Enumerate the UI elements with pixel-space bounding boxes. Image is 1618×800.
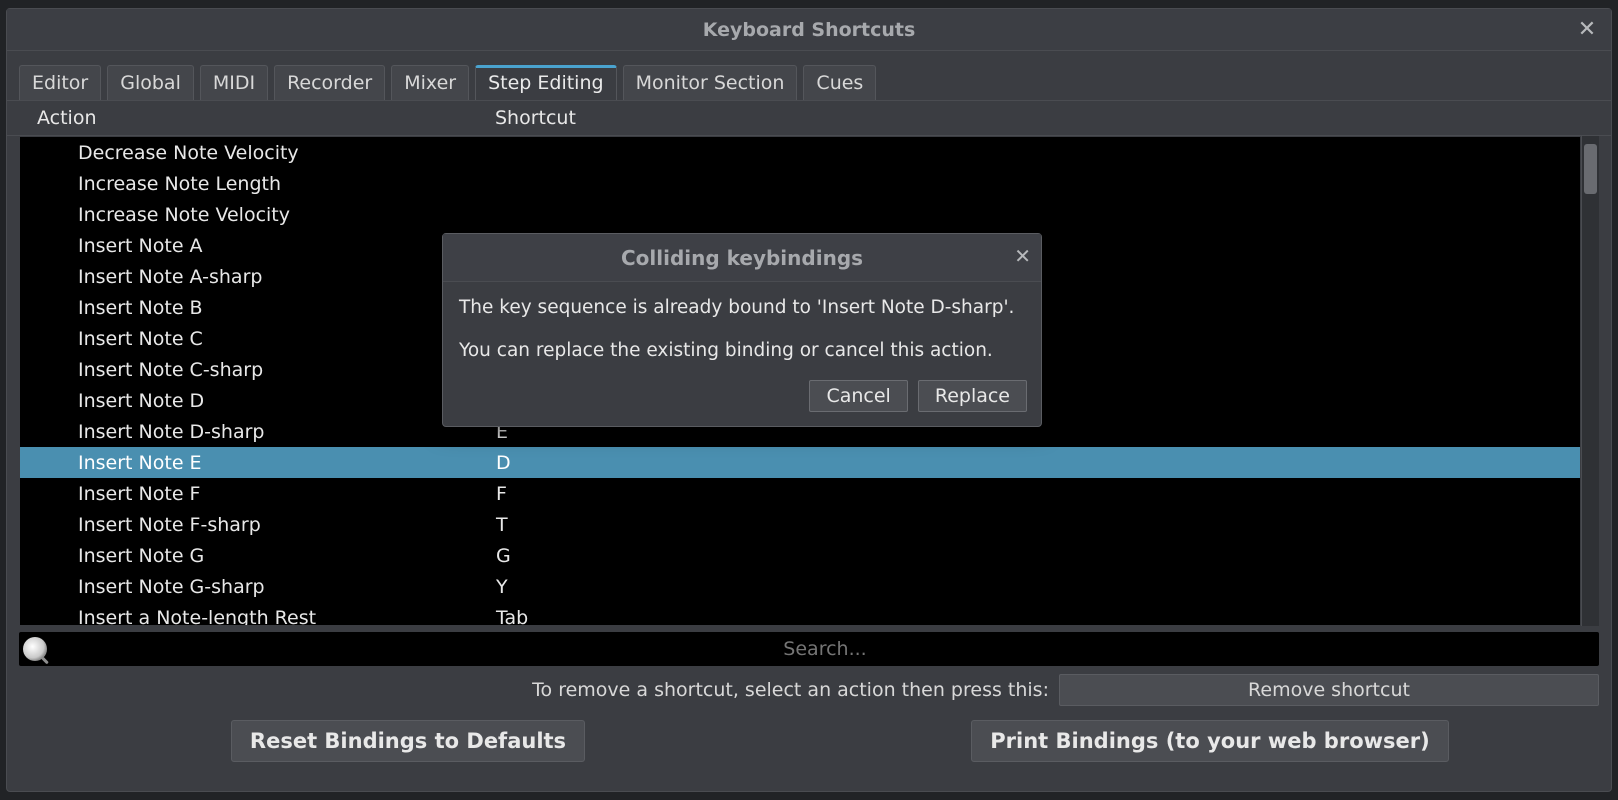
action-cell: Insert Note C-sharp	[78, 359, 496, 381]
tab-strip: Editor Global MIDI Recorder Mixer Step E…	[7, 51, 1611, 100]
tab-editor[interactable]: Editor	[19, 65, 101, 100]
remove-shortcut-label: To remove a shortcut, select an action t…	[532, 679, 1049, 701]
dialog-message-line1: The key sequence is already bound to 'In…	[459, 296, 1025, 321]
dialog-title: Colliding keybindings	[621, 246, 863, 270]
tab-monitor-section[interactable]: Monitor Section	[623, 65, 798, 100]
table-row[interactable]: Increase Note Velocity	[20, 199, 1580, 230]
tab-cues[interactable]: Cues	[803, 65, 876, 100]
column-header-shortcut[interactable]: Shortcut	[495, 107, 1611, 129]
action-cell: Insert Note F-sharp	[78, 514, 496, 536]
print-bindings-button[interactable]: Print Bindings (to your web browser)	[971, 720, 1448, 762]
bottom-button-bar: Reset Bindings to Defaults Print Binding…	[7, 712, 1611, 776]
dialog-button-row: Cancel Replace	[443, 374, 1041, 426]
table-row[interactable]: Insert Note ED	[20, 447, 1580, 478]
table-row[interactable]: Decrease Note Velocity	[20, 137, 1580, 168]
action-cell: Decrease Note Velocity	[78, 142, 496, 164]
dialog-close-icon[interactable]: ✕	[1014, 244, 1031, 268]
action-cell: Insert Note C	[78, 328, 496, 350]
remove-shortcut-button[interactable]: Remove shortcut	[1059, 674, 1599, 706]
table-row[interactable]: Increase Note Length	[20, 168, 1580, 199]
action-cell: Insert Note F	[78, 483, 496, 505]
tab-recorder[interactable]: Recorder	[274, 65, 385, 100]
shortcut-cell: Y	[496, 576, 1580, 598]
table-row[interactable]: Insert Note G-sharpY	[20, 571, 1580, 602]
action-cell: Insert Note D-sharp	[78, 421, 496, 443]
shortcut-cell: F	[496, 483, 1580, 505]
shortcut-cell: Tab	[496, 607, 1580, 627]
search-icon	[23, 637, 47, 661]
remove-shortcut-bar: To remove a shortcut, select an action t…	[7, 672, 1611, 712]
replace-button[interactable]: Replace	[918, 380, 1027, 412]
dialog-body: The key sequence is already bound to 'In…	[443, 282, 1041, 374]
action-cell: Insert Note D	[78, 390, 496, 412]
action-cell: Insert Note A-sharp	[78, 266, 496, 288]
table-row[interactable]: Insert Note GG	[20, 540, 1580, 571]
scrollbar-thumb[interactable]	[1584, 144, 1597, 194]
action-cell: Insert a Note-length Rest	[78, 607, 496, 627]
table-row[interactable]: Insert a Note-length RestTab	[20, 602, 1580, 626]
table-row[interactable]: Insert Note FF	[20, 478, 1580, 509]
shortcut-cell: T	[496, 514, 1580, 536]
window-title: Keyboard Shortcuts	[703, 19, 916, 41]
tab-global[interactable]: Global	[107, 65, 194, 100]
titlebar: Keyboard Shortcuts ✕	[7, 9, 1611, 51]
cancel-button[interactable]: Cancel	[809, 380, 907, 412]
action-cell: Increase Note Velocity	[78, 204, 496, 226]
action-cell: Insert Note B	[78, 297, 496, 319]
tab-mixer[interactable]: Mixer	[391, 65, 469, 100]
scrollbar[interactable]	[1581, 136, 1599, 626]
shortcut-cell: D	[496, 452, 1580, 474]
tab-step-editing[interactable]: Step Editing	[475, 65, 616, 100]
colliding-keybindings-dialog: Colliding keybindings ✕ The key sequence…	[442, 233, 1042, 427]
tab-midi[interactable]: MIDI	[200, 65, 268, 100]
action-cell: Increase Note Length	[78, 173, 496, 195]
reset-bindings-button[interactable]: Reset Bindings to Defaults	[231, 720, 585, 762]
shortcut-cell: G	[496, 545, 1580, 567]
action-cell: Insert Note E	[78, 452, 496, 474]
close-icon[interactable]: ✕	[1573, 15, 1601, 43]
action-cell: Insert Note G-sharp	[78, 576, 496, 598]
action-cell: Insert Note G	[78, 545, 496, 567]
dialog-titlebar: Colliding keybindings ✕	[443, 234, 1041, 282]
column-headers: Action Shortcut	[7, 100, 1611, 136]
search-input[interactable]	[51, 638, 1599, 660]
table-row[interactable]: Insert Note F-sharpT	[20, 509, 1580, 540]
column-header-action[interactable]: Action	[37, 107, 495, 129]
dialog-message-line2: You can replace the existing binding or …	[459, 339, 1025, 364]
search-bar[interactable]	[19, 632, 1599, 666]
action-cell: Insert Note A	[78, 235, 496, 257]
